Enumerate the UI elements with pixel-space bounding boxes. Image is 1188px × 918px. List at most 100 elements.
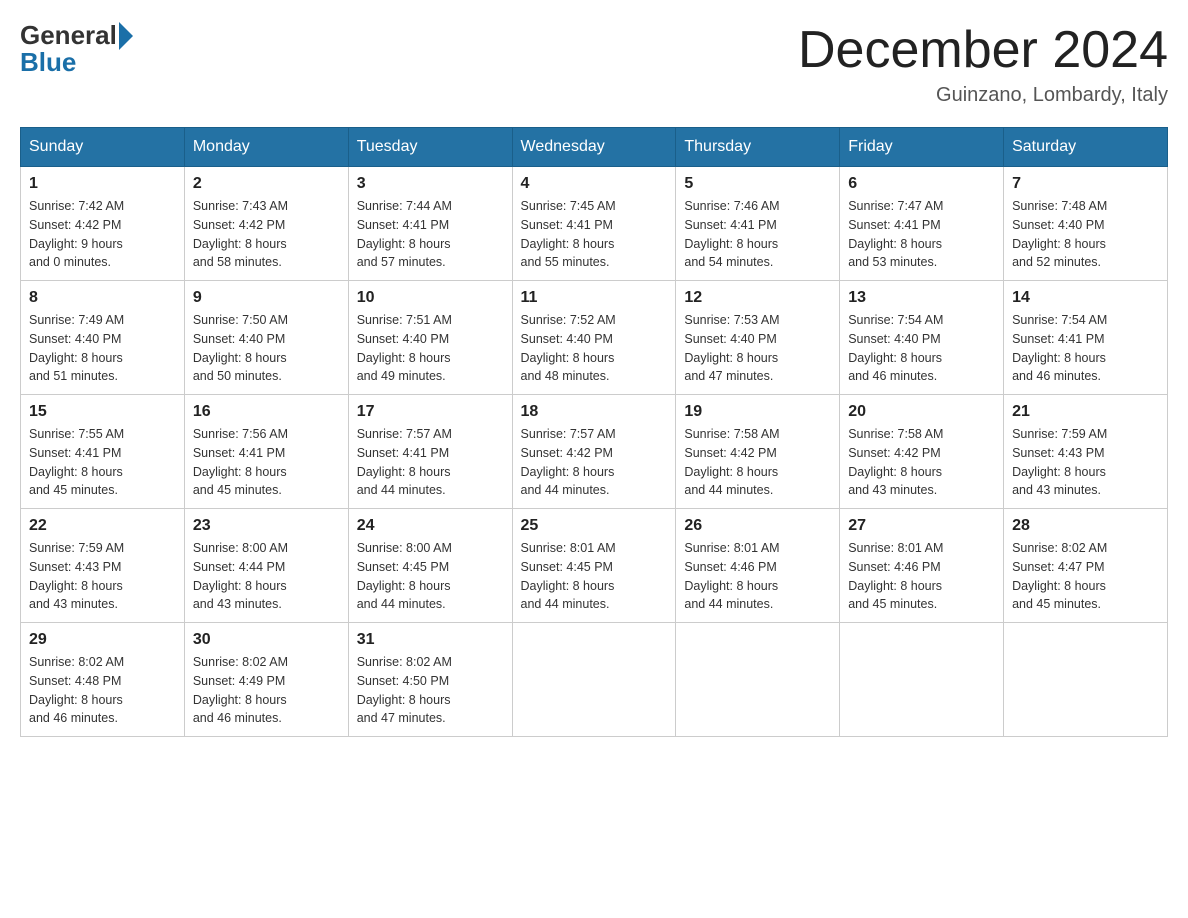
calendar-cell: 5Sunrise: 7:46 AMSunset: 4:41 PMDaylight… — [676, 167, 840, 281]
calendar-cell: 24 Sunrise: 8:00 AMSunset: 4:45 PMDayligh… — [348, 509, 512, 623]
calendar-cell — [512, 623, 676, 737]
calendar-cell: 15 Sunrise: 7:55 AMSunset: 4:41 PMDayligh… — [21, 395, 185, 509]
calendar-cell: 19Sunrise: 7:58 AMSunset: 4:42 PMDayligh… — [676, 395, 840, 509]
day-info: Sunrise: 8:02 AMSunset: 4:50 PMDaylight:… — [357, 653, 504, 728]
calendar-cell — [1004, 623, 1168, 737]
day-info: Sunrise: 7:59 AMSunset: 4:43 PMDaylight:… — [1012, 425, 1159, 500]
day-number: 25 — [521, 517, 668, 535]
day-number: 9 — [193, 289, 340, 307]
day-info: Sunrise: 8:01 AMSunset: 4:46 PMDaylight:… — [684, 539, 831, 614]
day-number: 7 — [1012, 175, 1159, 193]
day-info: Sunrise: 7:53 AMSunset: 4:40 PMDaylight:… — [684, 311, 831, 386]
calendar-cell: 14 Sunrise: 7:54 AMSunset: 4:41 PMDayligh… — [1004, 281, 1168, 395]
day-info: Sunrise: 8:02 AMSunset: 4:48 PMDaylight:… — [29, 653, 176, 728]
day-info: Sunrise: 8:02 AMSunset: 4:47 PMDaylight:… — [1012, 539, 1159, 614]
location-subtitle: Guinzano, Lombardy, Italy — [798, 84, 1168, 107]
weekday-header-friday: Friday — [840, 128, 1004, 167]
calendar-cell: 30Sunrise: 8:02 AMSunset: 4:49 PMDayligh… — [184, 623, 348, 737]
day-info: Sunrise: 7:47 AMSunset: 4:41 PMDaylight:… — [848, 197, 995, 272]
logo-arrow-icon — [119, 22, 133, 50]
page-header: General Blue December 2024 Guinzano, Lom… — [20, 20, 1168, 107]
day-number: 6 — [848, 175, 995, 193]
calendar-cell: 4 Sunrise: 7:45 AMSunset: 4:41 PMDaylight… — [512, 167, 676, 281]
day-info: Sunrise: 8:00 AMSunset: 4:45 PMDaylight:… — [357, 539, 504, 614]
calendar-cell: 10 Sunrise: 7:51 AMSunset: 4:40 PMDayligh… — [348, 281, 512, 395]
day-number: 16 — [193, 403, 340, 421]
day-number: 26 — [684, 517, 831, 535]
calendar-cell: 11Sunrise: 7:52 AMSunset: 4:40 PMDayligh… — [512, 281, 676, 395]
day-number: 11 — [521, 289, 668, 307]
day-number: 23 — [193, 517, 340, 535]
calendar-cell: 9 Sunrise: 7:50 AMSunset: 4:40 PMDaylight… — [184, 281, 348, 395]
day-info: Sunrise: 7:49 AMSunset: 4:40 PMDaylight:… — [29, 311, 176, 386]
day-number: 20 — [848, 403, 995, 421]
day-number: 31 — [357, 631, 504, 649]
weekday-header-wednesday: Wednesday — [512, 128, 676, 167]
logo-line2: Blue — [20, 47, 76, 78]
calendar-cell — [840, 623, 1004, 737]
day-number: 22 — [29, 517, 176, 535]
calendar-week-row: 22 Sunrise: 7:59 AMSunset: 4:43 PMDayligh… — [21, 509, 1168, 623]
calendar-week-row: 29 Sunrise: 8:02 AMSunset: 4:48 PMDayligh… — [21, 623, 1168, 737]
day-number: 15 — [29, 403, 176, 421]
calendar-table: SundayMondayTuesdayWednesdayThursdayFrid… — [20, 127, 1168, 737]
calendar-cell: 18Sunrise: 7:57 AMSunset: 4:42 PMDayligh… — [512, 395, 676, 509]
day-number: 29 — [29, 631, 176, 649]
day-info: Sunrise: 7:54 AMSunset: 4:41 PMDaylight:… — [1012, 311, 1159, 386]
day-info: Sunrise: 7:42 AMSunset: 4:42 PMDaylight:… — [29, 197, 176, 272]
logo-blue: Blue — [20, 47, 76, 78]
calendar-cell: 17Sunrise: 7:57 AMSunset: 4:41 PMDayligh… — [348, 395, 512, 509]
calendar-cell: 12Sunrise: 7:53 AMSunset: 4:40 PMDayligh… — [676, 281, 840, 395]
day-info: Sunrise: 7:44 AMSunset: 4:41 PMDaylight:… — [357, 197, 504, 272]
day-info: Sunrise: 7:58 AMSunset: 4:42 PMDaylight:… — [848, 425, 995, 500]
calendar-cell: 21 Sunrise: 7:59 AMSunset: 4:43 PMDayligh… — [1004, 395, 1168, 509]
day-info: Sunrise: 7:51 AMSunset: 4:40 PMDaylight:… — [357, 311, 504, 386]
calendar-cell: 7 Sunrise: 7:48 AMSunset: 4:40 PMDaylight… — [1004, 167, 1168, 281]
day-number: 3 — [357, 175, 504, 193]
calendar-cell: 1Sunrise: 7:42 AMSunset: 4:42 PMDaylight… — [21, 167, 185, 281]
day-info: Sunrise: 7:57 AMSunset: 4:41 PMDaylight:… — [357, 425, 504, 500]
weekday-header-sunday: Sunday — [21, 128, 185, 167]
calendar-cell: 8 Sunrise: 7:49 AMSunset: 4:40 PMDaylight… — [21, 281, 185, 395]
day-info: Sunrise: 7:57 AMSunset: 4:42 PMDaylight:… — [521, 425, 668, 500]
day-number: 10 — [357, 289, 504, 307]
calendar-cell: 16 Sunrise: 7:56 AMSunset: 4:41 PMDayligh… — [184, 395, 348, 509]
day-number: 24 — [357, 517, 504, 535]
title-section: December 2024 Guinzano, Lombardy, Italy — [798, 20, 1168, 107]
calendar-cell: 6 Sunrise: 7:47 AMSunset: 4:41 PMDaylight… — [840, 167, 1004, 281]
day-info: Sunrise: 7:45 AMSunset: 4:41 PMDaylight:… — [521, 197, 668, 272]
calendar-cell: 28 Sunrise: 8:02 AMSunset: 4:47 PMDayligh… — [1004, 509, 1168, 623]
day-info: Sunrise: 8:00 AMSunset: 4:44 PMDaylight:… — [193, 539, 340, 614]
day-number: 8 — [29, 289, 176, 307]
day-info: Sunrise: 7:48 AMSunset: 4:40 PMDaylight:… — [1012, 197, 1159, 272]
day-info: Sunrise: 8:01 AMSunset: 4:45 PMDaylight:… — [521, 539, 668, 614]
calendar-cell — [676, 623, 840, 737]
day-number: 4 — [521, 175, 668, 193]
day-info: Sunrise: 7:55 AMSunset: 4:41 PMDaylight:… — [29, 425, 176, 500]
calendar-header-row: SundayMondayTuesdayWednesdayThursdayFrid… — [21, 128, 1168, 167]
day-number: 14 — [1012, 289, 1159, 307]
calendar-cell: 25 Sunrise: 8:01 AMSunset: 4:45 PMDayligh… — [512, 509, 676, 623]
logo: General Blue — [20, 20, 133, 78]
calendar-cell: 2Sunrise: 7:43 AMSunset: 4:42 PMDaylight… — [184, 167, 348, 281]
day-info: Sunrise: 7:59 AMSunset: 4:43 PMDaylight:… — [29, 539, 176, 614]
calendar-week-row: 8 Sunrise: 7:49 AMSunset: 4:40 PMDaylight… — [21, 281, 1168, 395]
calendar-cell: 22 Sunrise: 7:59 AMSunset: 4:43 PMDayligh… — [21, 509, 185, 623]
day-number: 21 — [1012, 403, 1159, 421]
calendar-week-row: 1Sunrise: 7:42 AMSunset: 4:42 PMDaylight… — [21, 167, 1168, 281]
calendar-cell: 26 Sunrise: 8:01 AMSunset: 4:46 PMDayligh… — [676, 509, 840, 623]
weekday-header-thursday: Thursday — [676, 128, 840, 167]
day-number: 19 — [684, 403, 831, 421]
day-info: Sunrise: 7:56 AMSunset: 4:41 PMDaylight:… — [193, 425, 340, 500]
day-info: Sunrise: 7:50 AMSunset: 4:40 PMDaylight:… — [193, 311, 340, 386]
day-info: Sunrise: 7:46 AMSunset: 4:41 PMDaylight:… — [684, 197, 831, 272]
calendar-cell: 23 Sunrise: 8:00 AMSunset: 4:44 PMDayligh… — [184, 509, 348, 623]
weekday-header-tuesday: Tuesday — [348, 128, 512, 167]
day-number: 28 — [1012, 517, 1159, 535]
calendar-cell: 27 Sunrise: 8:01 AMSunset: 4:46 PMDayligh… — [840, 509, 1004, 623]
day-info: Sunrise: 7:54 AMSunset: 4:40 PMDaylight:… — [848, 311, 995, 386]
day-number: 27 — [848, 517, 995, 535]
calendar-cell: 29 Sunrise: 8:02 AMSunset: 4:48 PMDayligh… — [21, 623, 185, 737]
calendar-cell: 31 Sunrise: 8:02 AMSunset: 4:50 PMDayligh… — [348, 623, 512, 737]
day-info: Sunrise: 8:01 AMSunset: 4:46 PMDaylight:… — [848, 539, 995, 614]
